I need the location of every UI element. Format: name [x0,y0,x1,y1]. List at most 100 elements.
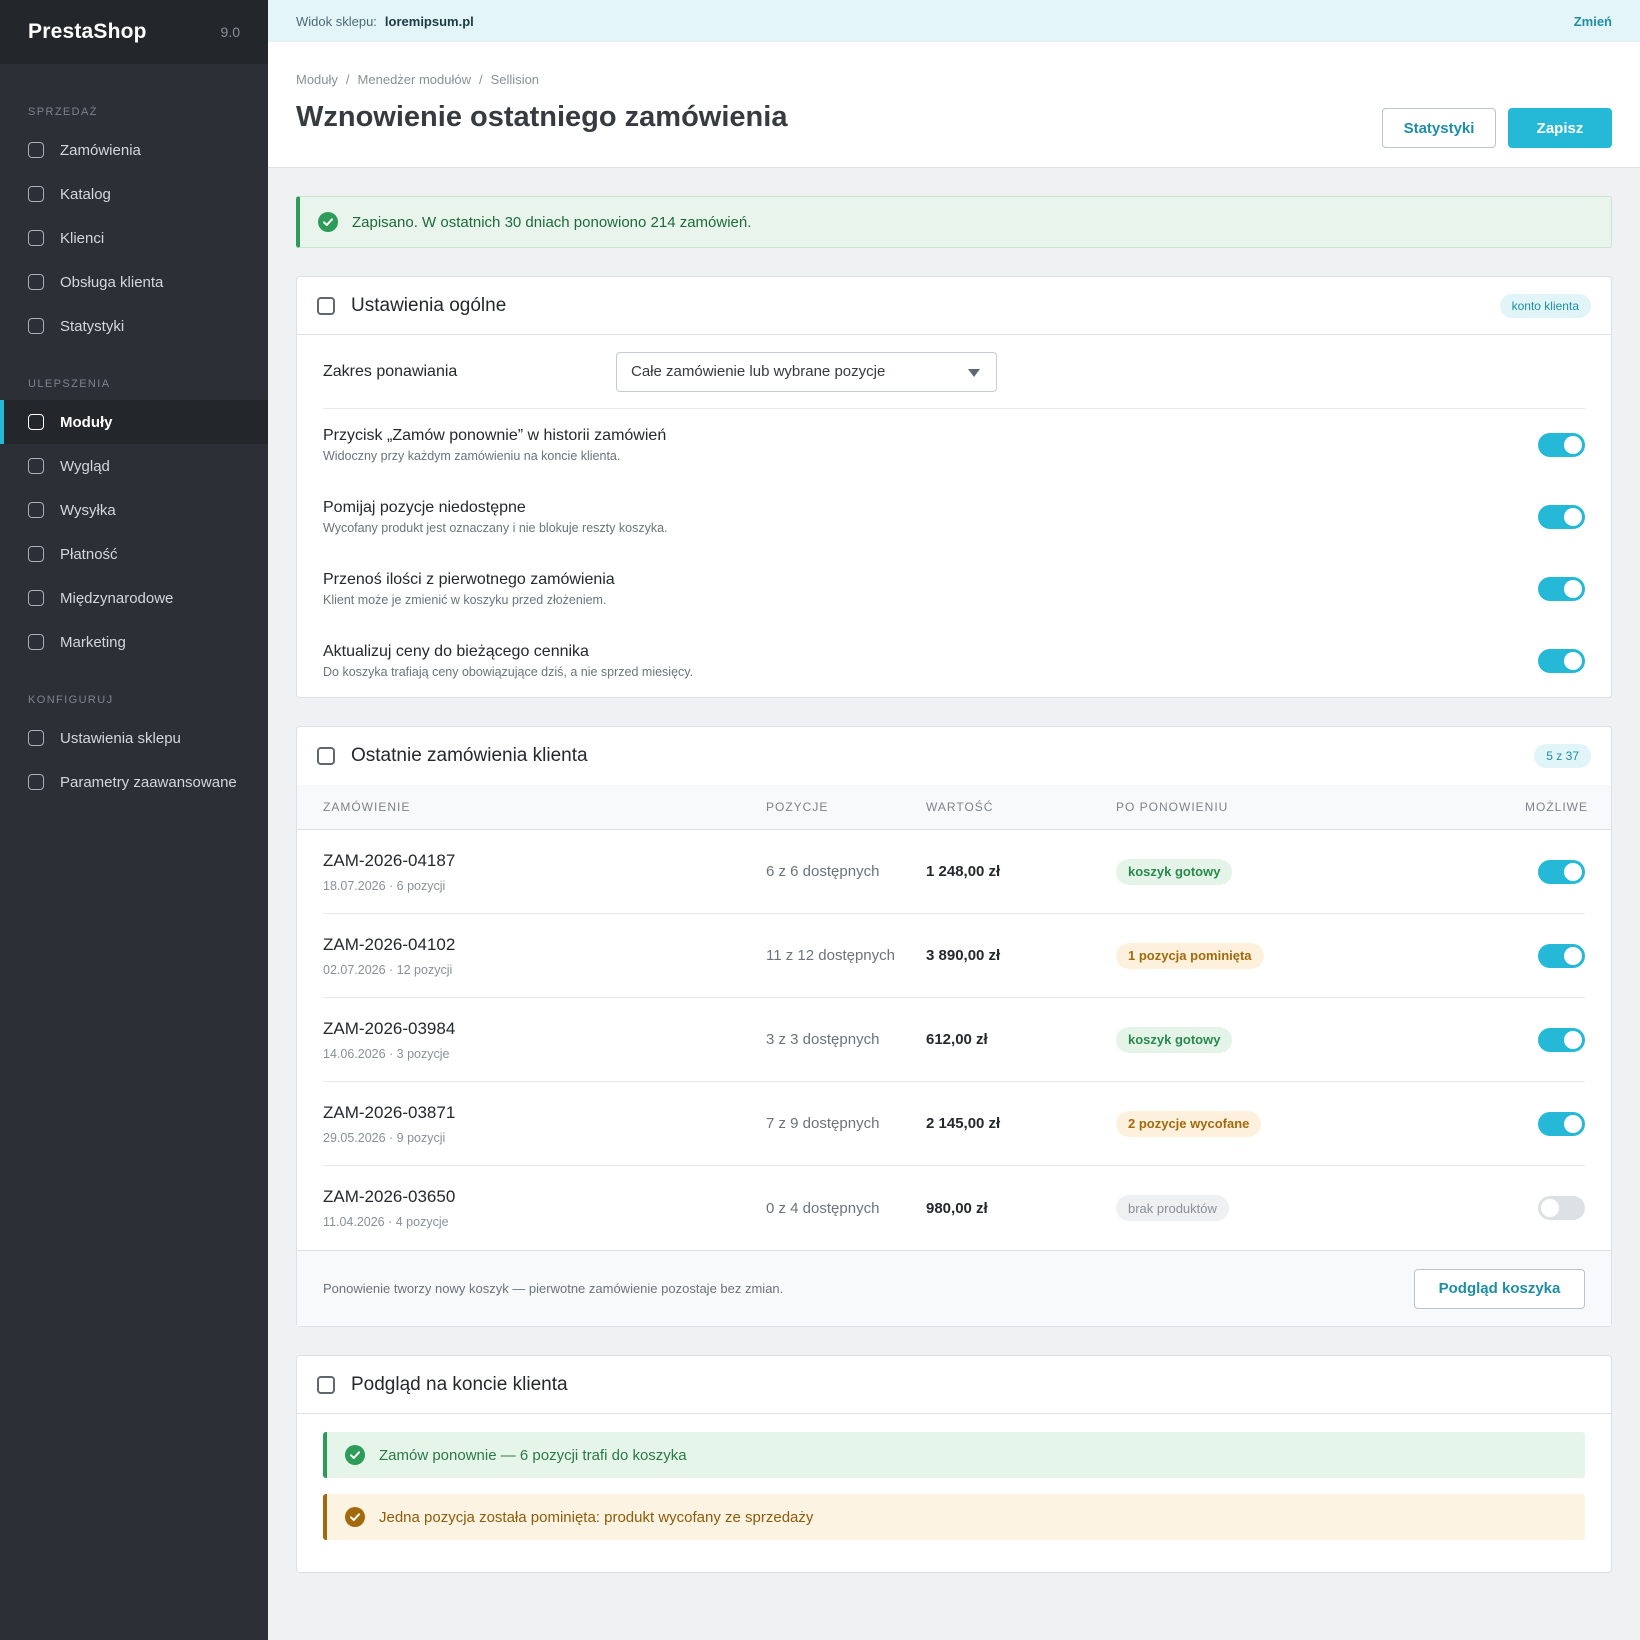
option-skip-unavailable: Pomijaj pozycje niedostępne Wycofany pro… [323,481,1585,553]
reorder-toggle[interactable] [1538,859,1585,884]
option-reorder-button: Przycisk „Zamów ponownie” w historii zam… [323,409,1585,481]
option-toggle[interactable] [1538,577,1585,601]
cart-preview-button[interactable]: Podgląd koszyka [1414,1268,1585,1309]
sidebar-item-modules[interactable]: Moduły [0,400,268,444]
sidebar-item-shipping[interactable]: Wysyłka [0,488,268,532]
sidebar-item-label: Wygląd [60,457,110,475]
breadcrumb-separator: / [345,72,350,87]
order-value: 1 248,00 zł [926,863,1001,880]
sidebar-item-shop-settings[interactable]: Ustawienia sklepu [0,716,268,760]
sidebar-item-payment[interactable]: Płatność [0,532,268,576]
card-header: Podgląd na koncie klienta [297,1356,1611,1414]
sidebar-item-label: Międzynarodowe [60,589,174,607]
option-update-prices: Aktualizuj ceny do bieżącego cennika Do … [323,625,1585,697]
option-description: Klient może je zmienić w koszyku przed z… [323,593,607,607]
sidebar-item-marketing[interactable]: Marketing [0,620,268,664]
preview-warn-text: Jedna pozycja została pominięta: produkt… [379,1508,814,1526]
recent-orders-card: Ostatnie zamówienia klienta 5 z 37 ZAMÓW… [296,726,1612,1327]
table-row: ZAM-2026-04187 18.07.2026 · 6 pozycji 6 z… [323,830,1585,914]
page-header: Moduły / Menedżer modułów / Sellision Wz… [268,42,1640,168]
caret-down-icon [968,368,980,377]
nav-section-title: ULEPSZENIA [28,378,111,390]
sidebar-item-label: Moduły [60,413,113,431]
statistics-button[interactable]: Statystyki [1382,108,1496,148]
order-value: 612,00 zł [926,1031,988,1048]
reorder-toggle[interactable] [1538,943,1585,968]
order-positions: 11 z 12 dostępnych [766,947,895,964]
option-toggle[interactable] [1538,433,1585,457]
sidebar-item-design[interactable]: Wygląd [0,444,268,488]
shop-view-label: Widok sklepu: [296,13,377,29]
option-carry-quantities: Przenoś ilości z pierwotnego zamówienia … [323,553,1585,625]
shop-name: loremipsum.pl [384,13,474,29]
reorder-toggle[interactable] [1538,1111,1585,1136]
order-value: 2 145,00 zł [926,1115,1001,1132]
order-meta: 11.04.2026 · 4 pozycje [323,1215,449,1229]
reorder-toggle[interactable] [1538,1027,1585,1052]
sidebar-item-orders[interactable]: Zamówienia [0,128,268,172]
breadcrumb-module-manager[interactable]: Menedżer modułów [358,72,471,87]
table-row: ZAM-2026-03650 11.04.2026 · 4 pozycje 0 z… [323,1166,1585,1250]
customer-preview-card: Podgląd na koncie klienta Zamów ponownie… [296,1355,1612,1573]
order-id[interactable]: ZAM-2026-04102 [323,935,766,955]
breadcrumb: Moduły / Menedżer modułów / Sellision [296,72,1612,87]
card-title: Ostatnie zamówienia klienta [351,745,588,766]
option-description: Wycofany produkt jest oznaczany i nie bl… [323,521,668,535]
shop-settings-icon [28,730,44,746]
card-header: Ustawienia ogólne konto klienta [297,277,1611,335]
scope-badge: konto klienta [1499,293,1591,318]
sidebar-item-customer-service[interactable]: Obsługa klienta [0,260,268,304]
footer-note: Ponowienie tworzy nowy koszyk — pierwotn… [323,1281,784,1296]
order-value: 980,00 zł [926,1199,988,1217]
card-title: Ustawienia ogólne [351,294,507,316]
stats-icon [28,318,44,334]
column-header: MOŻLIWE [1525,800,1588,814]
brand-logo[interactable]: PrestaShop [28,20,147,44]
option-toggle[interactable] [1538,505,1585,529]
sidebar-item-catalog[interactable]: Katalog [0,172,268,216]
card-header: Ostatnie zamówienia klienta 5 z 37 [297,727,1611,785]
modules-icon [28,414,44,430]
version-label: 9.0 [220,24,240,40]
nav-section-sales: SPRZEDAŻ Zamówienia Katalog Klienci Obsł… [0,106,268,348]
option-toggle[interactable] [1538,649,1585,673]
sidebar-item-international[interactable]: Międzynarodowe [0,576,268,620]
general-settings-card: Ustawienia ogólne konto klienta Zakres p… [296,276,1612,698]
shop-context-bar: Widok sklepu: loremipsum.pl Zmień [268,0,1640,42]
option-title: Pomijaj pozycje niedostępne [323,499,526,516]
save-button[interactable]: Zapisz [1508,108,1612,148]
orders-icon [317,747,335,765]
status-badge: 2 pozycje wycofane [1116,1110,1262,1137]
header-actions: Statystyki Zapisz [1382,108,1612,148]
change-shop-link[interactable]: Zmień [1574,14,1612,29]
sidebar-item-advanced[interactable]: Parametry zaawansowane [0,760,268,804]
sidebar-item-customers[interactable]: Klienci [0,216,268,260]
scope-select[interactable]: Całe zamówienie lub wybrane pozycje [616,351,997,392]
sidebar-item-label: Statystyki [60,317,125,335]
option-description: Do koszyka trafiają ceny obowiązujące dz… [323,665,694,679]
breadcrumb-modules[interactable]: Moduły [296,72,338,87]
check-circle-icon [318,212,338,232]
option-title: Przycisk „Zamów ponownie” w historii zam… [323,427,667,444]
order-id[interactable]: ZAM-2026-04187 [323,851,766,871]
order-positions: 6 z 6 dostępnych [766,863,880,880]
scope-select-value: Całe zamówienie lub wybrane pozycje [631,363,886,380]
table-row: ZAM-2026-04102 02.07.2026 · 12 pozycji 11… [323,914,1585,998]
order-id[interactable]: ZAM-2026-03871 [323,1103,766,1123]
status-badge: koszyk gotowy [1116,858,1233,885]
sidebar-item-stats[interactable]: Statystyki [0,304,268,348]
catalog-icon [28,186,44,202]
column-header: PO PONOWIENIU [1116,800,1229,814]
table-header: ZAMÓWIENIE POZYCJE WARTOŚĆ PO PONOWIENIU… [297,785,1611,830]
reorder-toggle[interactable] [1538,1196,1585,1220]
success-alert: Zapisano. W ostatnich 30 dniach ponowion… [296,196,1612,248]
sidebar: PrestaShop 9.0 SPRZEDAŻ Zamówienia Katal… [0,0,268,1640]
order-id[interactable]: ZAM-2026-03650 [323,1187,766,1207]
order-id[interactable]: ZAM-2026-03984 [323,1019,766,1039]
main-content: Zapisano. W ostatnich 30 dniach ponowion… [296,196,1612,1573]
card-footer: Ponowienie tworzy nowy koszyk — pierwotn… [297,1250,1611,1326]
status-badge: brak produktów [1116,1195,1229,1221]
preview-warning-message: Jedna pozycja została pominięta: produkt… [323,1494,1585,1540]
breadcrumb-current: Sellision [490,72,540,87]
card-title: Podgląd na koncie klienta [351,1373,568,1395]
